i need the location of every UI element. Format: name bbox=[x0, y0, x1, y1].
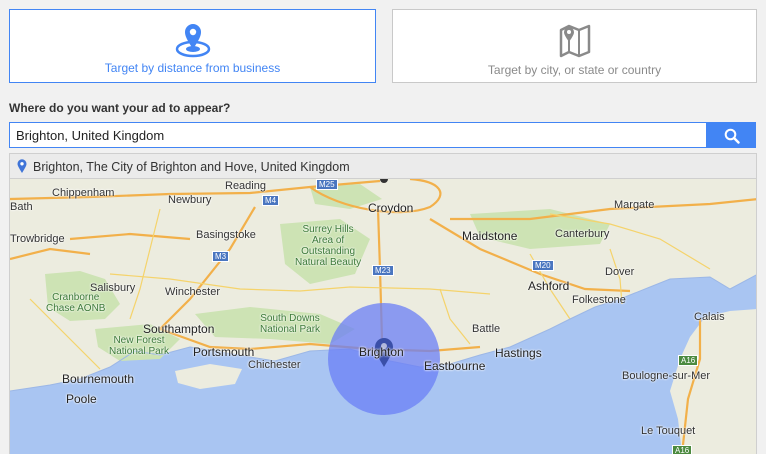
location-question: Where do you want your ad to appear? bbox=[9, 101, 231, 115]
location-radius-icon bbox=[173, 22, 213, 58]
place-label: Calais bbox=[694, 311, 725, 323]
map-view[interactable]: Bath Chippenham Newbury Reading Croydon … bbox=[9, 179, 757, 454]
place-label: Ashford bbox=[528, 279, 570, 293]
target-by-distance-option[interactable]: Target by distance from business bbox=[9, 9, 376, 83]
road-shield: A16 bbox=[678, 355, 699, 366]
place-label: Southampton bbox=[143, 322, 215, 336]
target-by-distance-label: Target by distance from business bbox=[104, 61, 281, 75]
place-label: Folkestone bbox=[572, 294, 626, 306]
place-label: Brighton bbox=[359, 345, 404, 359]
place-label: Battle bbox=[472, 323, 501, 335]
road-shield: M23 bbox=[372, 265, 394, 276]
place-label: Portsmouth bbox=[193, 345, 255, 359]
place-label: Poole bbox=[66, 392, 97, 406]
road-shield: M25 bbox=[316, 179, 338, 190]
search-button[interactable] bbox=[706, 122, 756, 148]
place-label: Bournemouth bbox=[62, 372, 135, 386]
place-label: Boulogne-sur-Mer bbox=[622, 370, 711, 382]
place-label: Canterbury bbox=[555, 228, 610, 240]
place-label: Margate bbox=[614, 199, 655, 211]
place-label: Hastings bbox=[495, 346, 542, 360]
place-label: Winchester bbox=[165, 286, 221, 298]
place-label: Maidstone bbox=[462, 229, 518, 243]
map-canvas bbox=[10, 179, 756, 454]
place-label: Bath bbox=[10, 201, 33, 213]
road-shield: M20 bbox=[532, 260, 554, 271]
place-label: Trowbridge bbox=[10, 233, 65, 245]
place-label: Le Touquet bbox=[641, 425, 696, 437]
place-label: Croydon bbox=[368, 201, 414, 215]
suggestion-text: Brighton, The City of Brighton and Hove,… bbox=[33, 160, 350, 174]
map-icon bbox=[555, 22, 595, 58]
target-by-city-label: Target by city, or state or country bbox=[487, 63, 662, 77]
place-label: Chippenham bbox=[52, 187, 115, 199]
map-pin-icon bbox=[17, 159, 27, 176]
road-shield: M3 bbox=[212, 251, 230, 262]
park-label: South Downs National Park bbox=[260, 313, 321, 335]
place-label: Reading bbox=[225, 180, 266, 192]
park-label: Surrey Hills Area of Outstanding Natural… bbox=[295, 224, 362, 268]
location-suggestion-item[interactable]: Brighton, The City of Brighton and Hove,… bbox=[9, 153, 757, 179]
park-label: New Forest National Park bbox=[109, 335, 170, 357]
place-label: Chichester bbox=[248, 359, 301, 371]
road-shield: M4 bbox=[262, 195, 280, 206]
place-label: Newbury bbox=[168, 194, 212, 206]
park-label: Cranborne Chase AONB bbox=[46, 292, 106, 314]
location-search-input[interactable] bbox=[9, 122, 706, 148]
search-icon bbox=[724, 128, 740, 144]
place-label: Dover bbox=[605, 266, 635, 278]
place-label: Eastbourne bbox=[424, 359, 486, 373]
target-by-city-option[interactable]: Target by city, or state or country bbox=[392, 9, 757, 83]
road-shield: A16 bbox=[672, 445, 693, 454]
place-label: Basingstoke bbox=[196, 229, 256, 241]
